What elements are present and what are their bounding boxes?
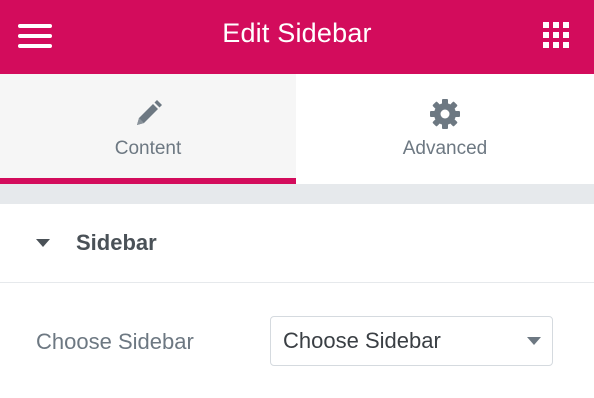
panel-tabs: Content Advanced bbox=[0, 74, 594, 184]
tab-advanced[interactable]: Advanced bbox=[296, 74, 594, 184]
chevron-down-icon bbox=[527, 337, 541, 345]
choose-sidebar-select[interactable]: Choose Sidebar bbox=[270, 316, 553, 366]
gear-icon bbox=[430, 99, 460, 129]
section-title: Sidebar bbox=[76, 230, 157, 255]
section-divider bbox=[0, 184, 594, 204]
select-value: Choose Sidebar bbox=[283, 328, 441, 353]
tab-content[interactable]: Content bbox=[0, 74, 296, 184]
page-title: Edit Sidebar bbox=[222, 18, 372, 48]
choose-sidebar-control: Choose Sidebar Choose Sidebar bbox=[0, 283, 594, 398]
editor-panel: Edit Sidebar Content Advanced Sidebar Ch… bbox=[0, 0, 594, 398]
panel-header: Edit Sidebar bbox=[0, 0, 594, 74]
tab-content-label: Content bbox=[114, 138, 182, 159]
tab-advanced-label: Advanced bbox=[402, 138, 488, 159]
caret-down-icon bbox=[36, 239, 50, 247]
section-toggle-sidebar[interactable]: Sidebar bbox=[0, 204, 594, 283]
grid-icon[interactable] bbox=[543, 22, 569, 48]
choose-sidebar-label: Choose Sidebar bbox=[36, 329, 194, 354]
pencil-icon bbox=[137, 100, 162, 125]
